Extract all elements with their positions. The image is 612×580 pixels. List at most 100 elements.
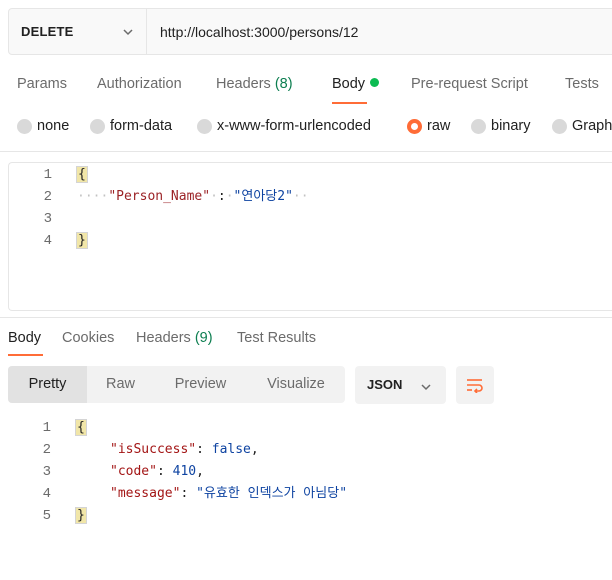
radio-label: GraphQL [572, 118, 612, 134]
divider [0, 317, 612, 318]
radio-label: binary [491, 118, 531, 134]
json-value: 410 [172, 464, 197, 479]
radio-circle [552, 118, 567, 134]
radio-circle [17, 118, 32, 134]
radio-binary[interactable]: binary [471, 118, 531, 134]
tab-label: Params [17, 76, 67, 92]
view-preview[interactable]: Preview [154, 366, 247, 403]
code-line: "message": "유효한 인덱스가 아님당" [110, 483, 347, 505]
response-tab-body[interactable]: Body [8, 330, 41, 346]
tab-headers[interactable]: Headers (8) [216, 76, 293, 92]
body-type-selector: none form-data x-www-form-urlencoded raw… [0, 112, 612, 142]
radio-label: raw [427, 118, 451, 134]
tab-label: Cookies [62, 330, 115, 346]
code-line: } [76, 230, 88, 252]
json-colon: : [196, 442, 212, 457]
body-status-dot [370, 78, 380, 87]
code-line: { [75, 417, 87, 439]
open-brace: { [75, 419, 87, 436]
radio-circle [90, 118, 105, 134]
line-number: 2 [42, 442, 51, 458]
response-tab-test-results[interactable]: Test Results [237, 330, 316, 346]
code-line: ····"Person_Name"·:·"연아당2"·· [77, 189, 309, 204]
divider [0, 151, 612, 152]
tab-label: Headers [216, 76, 271, 92]
close-brace: } [75, 507, 87, 524]
indent-whitespace: ···· [77, 189, 109, 204]
request-body-editor[interactable]: 1 2 3 4 { ····"Person_Name"·:·"연아당2"·· } [8, 162, 612, 311]
tab-label: Body [332, 76, 366, 92]
view-pretty[interactable]: Pretty [8, 366, 87, 403]
tab-authorization[interactable]: Authorization [97, 76, 182, 92]
json-comma: , [250, 442, 259, 457]
json-key: "isSuccess" [110, 442, 197, 457]
view-visualize[interactable]: Visualize [247, 366, 345, 403]
tab-tests[interactable]: Tests [565, 76, 599, 92]
json-key: "Person_Name" [108, 189, 211, 204]
code-line: "code": 410, [110, 461, 204, 483]
tab-count: (8) [274, 76, 293, 92]
url-input[interactable]: http://localhost:3000/persons/12 [147, 9, 612, 54]
radio-circle [197, 118, 212, 134]
response-tab-headers[interactable]: Headers (9) [136, 330, 213, 346]
method-label: DELETE [21, 24, 74, 39]
json-colon: : [180, 486, 197, 501]
code-line: } [75, 505, 87, 527]
radio-circle [471, 118, 486, 134]
chevron-down-icon [421, 384, 431, 391]
view-mode-group: Pretty Raw Preview Visualize [8, 366, 345, 403]
line-number: 3 [42, 464, 51, 480]
close-brace: } [76, 232, 88, 249]
tab-body[interactable]: Body [332, 76, 380, 92]
open-brace: { [76, 166, 88, 183]
radio-label: x-www-form-urlencoded [217, 118, 371, 134]
radio-circle [407, 118, 422, 134]
active-tab-underline [332, 102, 367, 104]
radio-none[interactable]: none [17, 118, 69, 134]
line-number: 1 [43, 167, 52, 183]
tab-params[interactable]: Params [17, 76, 67, 92]
trailing-whitespace: ·· [292, 189, 309, 204]
tab-label: Body [8, 330, 42, 346]
response-body-viewer: 1 2 3 4 5 { "isSuccess": false, "code": … [8, 416, 612, 526]
response-tab-cookies[interactable]: Cookies [62, 330, 114, 346]
json-key: "message" [110, 486, 181, 501]
radio-form-data[interactable]: form-data [90, 118, 172, 134]
json-comma: , [196, 464, 204, 479]
radio-label: form-data [110, 118, 173, 134]
wrap-lines-button[interactable] [456, 366, 494, 404]
json-value: false [211, 442, 251, 457]
json-key: "code" [110, 464, 157, 479]
code-line: { [76, 164, 88, 186]
line-number: 1 [42, 420, 51, 436]
view-raw[interactable]: Raw [87, 366, 154, 403]
line-number: 4 [43, 233, 52, 249]
line-number: 4 [42, 486, 51, 502]
tab-label: Authorization [97, 76, 182, 92]
tab-label: Pre-request Script [411, 76, 528, 92]
code-line: "isSuccess": false, [110, 439, 259, 461]
radio-label: none [37, 118, 70, 134]
radio-graphql[interactable]: GraphQL [552, 118, 612, 134]
request-bar: DELETE http://localhost:3000/persons/12 [8, 8, 612, 55]
wrap-lines-icon [467, 379, 483, 393]
line-number: 3 [43, 211, 52, 227]
chevron-down-icon [123, 29, 133, 36]
json-value: "연아당2" [233, 189, 293, 204]
tab-label: Tests [565, 76, 599, 92]
response-tabs: Body Cookies Headers (9) Test Results [0, 322, 612, 358]
json-colon: : [217, 189, 226, 204]
tab-label: Test Results [237, 330, 316, 346]
json-value: "유효한 인덱스가 아님당" [196, 486, 348, 501]
request-tabs: Params Authorization Headers (8) Body Pr… [0, 66, 612, 106]
active-tab-underline [8, 354, 43, 356]
format-label: JSON [367, 377, 403, 392]
json-colon: : [156, 464, 173, 479]
method-select[interactable]: DELETE [9, 9, 147, 54]
format-select[interactable]: JSON [355, 366, 446, 404]
tab-pre-request-script[interactable]: Pre-request Script [411, 76, 528, 92]
radio-raw[interactable]: raw [407, 118, 450, 134]
radio-x-www-form-urlencoded[interactable]: x-www-form-urlencoded [197, 118, 371, 134]
tab-count: (9) [194, 330, 213, 346]
url-text: http://localhost:3000/persons/12 [160, 23, 359, 40]
